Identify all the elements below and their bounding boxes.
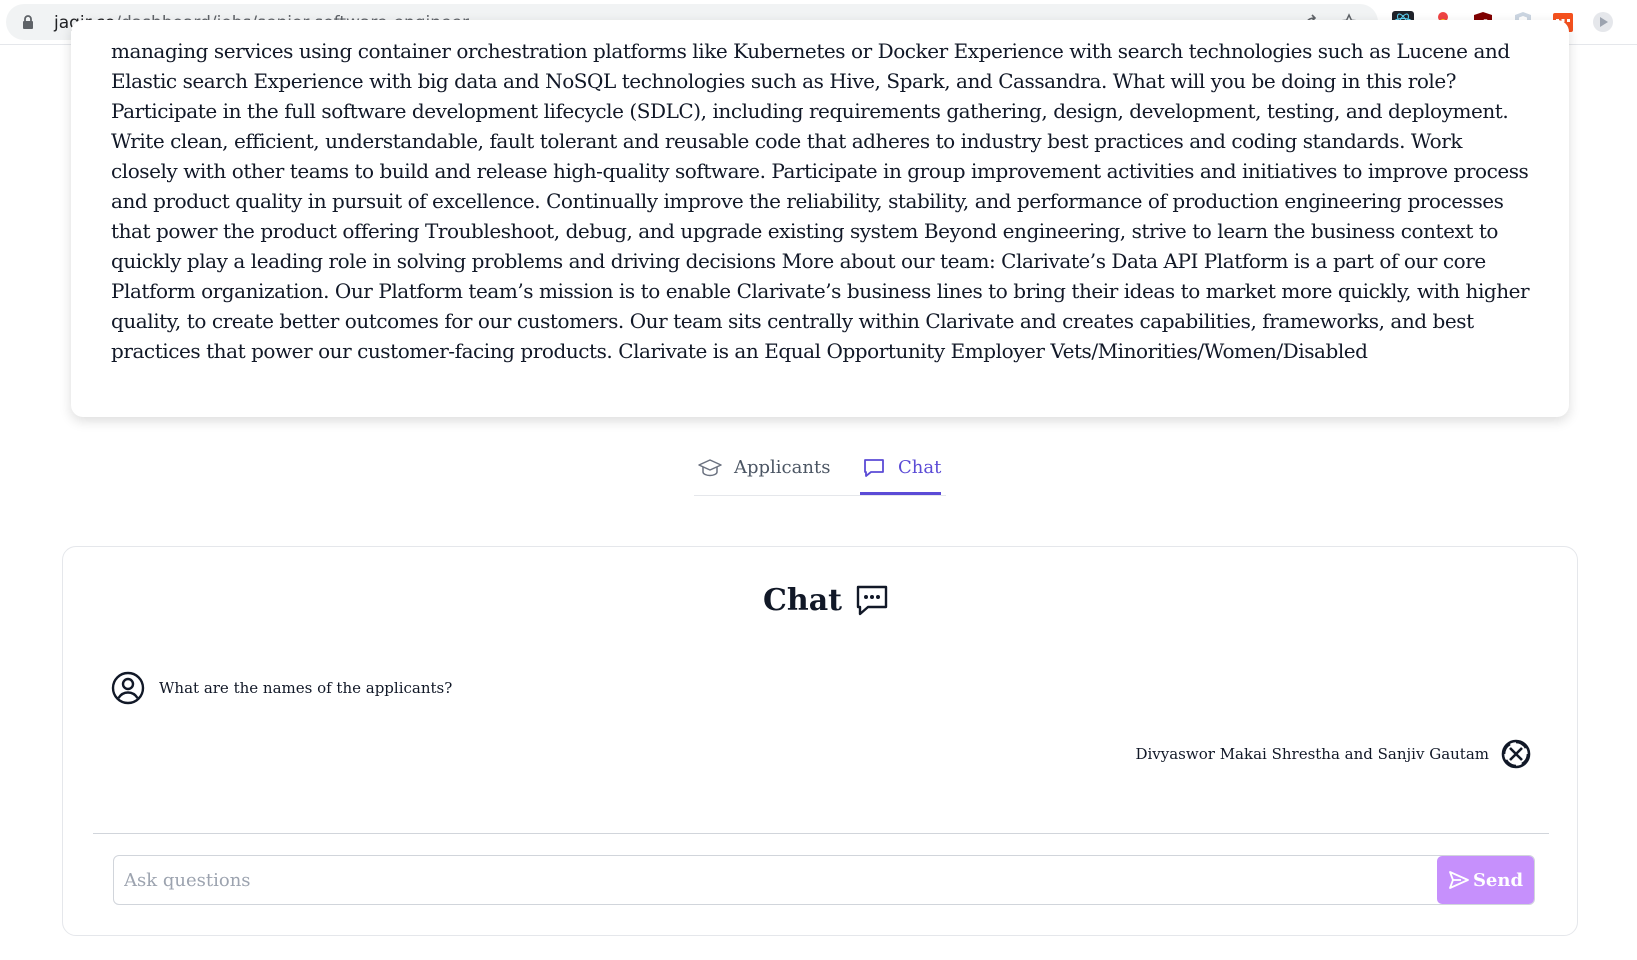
section-tabs: Applicants Chat	[694, 440, 946, 496]
send-button-label: Send	[1472, 869, 1524, 891]
job-description-card: managing services using container orches…	[71, 20, 1569, 417]
tab-applicants-label: Applicants	[734, 457, 831, 478]
user-message: What are the names of the applicants?	[111, 671, 452, 705]
tab-applicants[interactable]: Applicants	[698, 440, 830, 495]
chat-divider	[93, 833, 1549, 834]
user-avatar-icon	[111, 671, 145, 705]
media-player-extension-icon[interactable]	[1591, 10, 1615, 34]
lock-icon[interactable]	[22, 14, 34, 34]
chat-dots-icon	[856, 585, 888, 615]
chat-title: Chat	[763, 583, 890, 618]
bot-message: Divyaswor Makai Shrestha and Sanjiv Gaut…	[1135, 739, 1531, 769]
tab-chat[interactable]: Chat	[862, 440, 941, 495]
chat-input-group: Send	[113, 855, 1535, 905]
chat-title-text: Chat	[763, 583, 842, 618]
bot-message-text: Divyaswor Makai Shrestha and Sanjiv Gaut…	[1135, 745, 1489, 763]
user-message-text: What are the names of the applicants?	[159, 679, 453, 697]
chat-bubble-icon	[864, 458, 884, 477]
graduation-cap-icon	[698, 458, 722, 476]
ask-questions-input[interactable]	[122, 864, 1366, 896]
tab-chat-label: Chat	[898, 457, 942, 478]
chat-panel: Chat What are the names of the applicant…	[62, 546, 1578, 936]
send-button[interactable]: Send	[1437, 856, 1534, 904]
send-icon	[1449, 871, 1469, 889]
active-tab-indicator	[860, 492, 941, 495]
job-description-text: managing services using container orches…	[111, 39, 1530, 363]
bot-avatar-icon	[1501, 739, 1531, 769]
